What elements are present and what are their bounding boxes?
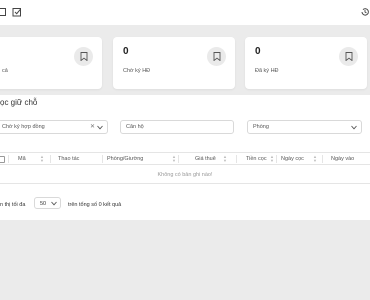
- section-title: ọc giữ chỗ: [0, 98, 38, 107]
- column-header-room-bed[interactable]: Phòng/Giường: [107, 156, 143, 162]
- status-select-value: Chờ ký hợp đồng: [2, 124, 45, 130]
- summary-card-waiting: 0 Chờ ký HĐ: [113, 37, 235, 89]
- column-divider: [102, 155, 103, 163]
- column-divider: [178, 155, 179, 163]
- chevron-down-icon: [51, 201, 57, 206]
- sort-icon[interactable]: ▲ ▼: [270, 155, 274, 163]
- checkbox-edit-icon[interactable]: [12, 7, 22, 17]
- column-divider: [236, 155, 237, 163]
- sort-icon[interactable]: ▲ ▼: [40, 155, 44, 163]
- sort-icon[interactable]: ▲ ▼: [172, 155, 176, 163]
- apartment-select[interactable]: Căn hộ: [120, 120, 234, 134]
- room-select-placeholder: Phòng: [253, 124, 269, 130]
- reservation-panel: ọc giữ chỗ Chờ ký hợp đồng ✕ Căn hộ Phòn…: [0, 95, 370, 220]
- summary-card-all: cả: [0, 37, 102, 89]
- apartment-select-placeholder: Căn hộ: [126, 124, 144, 130]
- bookmark-icon: [213, 52, 220, 61]
- bookmark-icon-badge: [207, 47, 226, 66]
- bookmark-icon-badge: [339, 47, 358, 66]
- column-header-move-in-date[interactable]: Ngày vào: [331, 156, 354, 162]
- column-header-code[interactable]: Mã: [18, 156, 26, 162]
- column-divider: [322, 155, 323, 163]
- page-size-prefix: n thị tối đa: [0, 202, 26, 208]
- column-header-deposit-date[interactable]: Ngày cọc: [281, 156, 304, 162]
- square-icon[interactable]: [0, 7, 7, 17]
- status-select[interactable]: Chờ ký hợp đồng ✕: [0, 120, 108, 134]
- card-value: 0: [123, 46, 129, 57]
- clear-icon[interactable]: ✕: [90, 123, 95, 130]
- page-size-select[interactable]: 50: [34, 197, 61, 209]
- card-value: 0: [255, 46, 261, 57]
- select-all-checkbox[interactable]: [0, 155, 5, 163]
- table-header: Mã ▲ ▼ Thao tác Phòng/Giường ▲ ▼ Giá thuê …: [0, 152, 370, 165]
- column-divider: [8, 155, 9, 163]
- summary-card-signed: 0 Đã ký HĐ: [245, 37, 367, 89]
- top-bar: [0, 0, 370, 25]
- card-label: cả: [2, 68, 8, 75]
- bookmark-icon-badge: [74, 47, 93, 66]
- empty-table-message: Không có bản ghi nào!: [157, 172, 213, 178]
- column-header-rent[interactable]: Giá thuê: [195, 156, 216, 162]
- card-label: Đã ký HĐ: [255, 68, 279, 75]
- column-divider: [276, 155, 277, 163]
- column-header-actions: Thao tác: [58, 156, 80, 162]
- column-divider: [50, 155, 51, 163]
- bookmark-icon: [345, 52, 352, 61]
- room-select[interactable]: Phòng: [247, 120, 362, 134]
- chevron-down-icon: [97, 125, 103, 129]
- page-size-value: 50: [40, 200, 47, 207]
- total-results-text: trên tổng số 0 kết quả: [68, 202, 122, 208]
- card-label: Chờ ký HĐ: [123, 68, 151, 75]
- table-divider: [0, 183, 370, 184]
- bookmark-icon: [80, 52, 87, 61]
- history-icon[interactable]: [360, 7, 370, 17]
- column-header-deposit[interactable]: Tiền cọc: [246, 156, 267, 162]
- sort-icon[interactable]: ▲ ▼: [313, 155, 317, 163]
- chevron-down-icon: [351, 125, 357, 129]
- sort-icon[interactable]: ▲ ▼: [223, 155, 227, 163]
